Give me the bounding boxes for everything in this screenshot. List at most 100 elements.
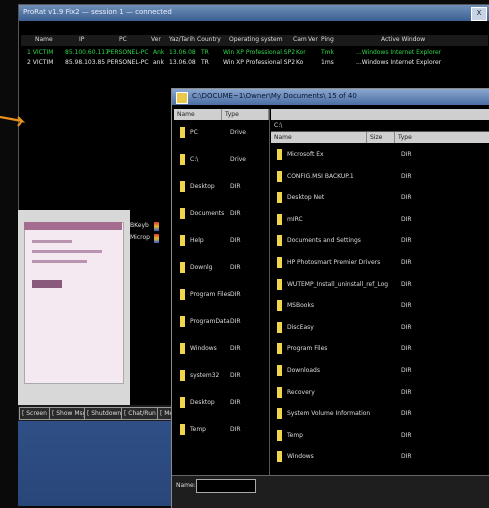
- session-row[interactable]: 1 VICTIM 85.100.60.117 PERSONEL-PC Ank 1…: [21, 49, 451, 58]
- desktop-background: [18, 421, 178, 506]
- remote-screen-thumbnail[interactable]: [18, 210, 130, 405]
- file-row[interactable]: Recovery DIR: [271, 386, 489, 399]
- folder-icon: [180, 127, 185, 138]
- file-row[interactable]: CONFIG.MSI BACKUP.1 DIR: [271, 170, 489, 183]
- col-country[interactable]: Country: [197, 36, 221, 43]
- col-ip[interactable]: IP: [79, 36, 84, 43]
- file-row[interactable]: Windows DIR: [174, 343, 269, 355]
- keyboard-info: BKeyb: [130, 222, 149, 229]
- col-pc[interactable]: PC: [119, 36, 127, 43]
- session-date: 13.06.08: [169, 49, 196, 56]
- session-row[interactable]: 2 VICTIM 85.98.103.85 PERSONEL-PC ank 13…: [21, 59, 451, 68]
- file-type: DIR: [230, 291, 241, 298]
- file-row[interactable]: Program Files DIR: [271, 343, 489, 355]
- file-row[interactable]: PC Drive: [174, 127, 269, 139]
- col-ver[interactable]: Ver: [151, 36, 161, 43]
- folder-icon: [277, 321, 282, 333]
- col-os[interactable]: Operating system: [229, 36, 283, 43]
- file-name: HP Photosmart Premier Drivers: [287, 259, 381, 266]
- file-type: DIR: [230, 210, 241, 217]
- right-header-size[interactable]: Size: [367, 132, 395, 143]
- col-cam[interactable]: Cam: [293, 36, 307, 43]
- col-date[interactable]: Yaz/Tarih: [169, 36, 195, 43]
- file-manager-footer: Name:: [172, 475, 489, 508]
- folder-icon: [277, 278, 282, 290]
- folder-icon: [277, 192, 282, 204]
- session-ip: 85.100.60.117: [65, 49, 109, 56]
- file-type: DIR: [401, 388, 412, 396]
- file-type: DIR: [230, 426, 241, 433]
- session-ip: 85.98.103.85: [65, 59, 106, 66]
- file-type: DIR: [401, 172, 412, 180]
- file-name: C:\: [190, 156, 199, 163]
- command-tabbar: [ Screen ] [ Show Msg ] [ Shutdown ] [ C…: [18, 405, 183, 421]
- left-header-type[interactable]: Type: [222, 109, 269, 120]
- pointer-arrow-icon: [0, 115, 26, 127]
- file-row[interactable]: Desktop DIR: [174, 397, 269, 409]
- col-ping[interactable]: Ping: [321, 36, 334, 43]
- thumbnail-content-line: [32, 250, 102, 253]
- file-name: Downloads: [287, 367, 320, 374]
- file-row[interactable]: Desktop Net DIR: [271, 192, 489, 204]
- file-type: Drive: [230, 129, 246, 136]
- path-field[interactable]: C:\: [271, 120, 489, 132]
- session-name: 1 VICTIM: [27, 49, 54, 56]
- file-row[interactable]: MSBooks DIR: [271, 300, 489, 312]
- file-row[interactable]: mIRC DIR: [271, 213, 489, 226]
- folder-icon: [277, 343, 282, 355]
- name-input[interactable]: [196, 479, 256, 493]
- file-name: CONFIG.MSI BACKUP.1: [287, 172, 354, 180]
- file-row[interactable]: C:\ Drive: [174, 154, 269, 166]
- folder-icon: [180, 343, 185, 354]
- file-type: DIR: [401, 151, 412, 158]
- file-row[interactable]: DiscEasy DIR: [271, 321, 489, 334]
- flag-icon: [154, 234, 159, 243]
- file-type: DIR: [230, 183, 241, 190]
- file-manager-title: C:\DOCUME~1\Owner\My Documents\ 15 of 40: [192, 92, 357, 100]
- folder-icon: [277, 170, 282, 182]
- file-row[interactable]: ProgramData DIR: [174, 316, 269, 328]
- file-row[interactable]: Downlg DIR: [174, 262, 269, 274]
- file-row[interactable]: Microsoft Ex DIR: [271, 149, 489, 161]
- back-window-title: ProRat v1.9 Fix2 — session 1 — connected: [23, 8, 172, 16]
- file-row[interactable]: Documents and Settings DIR: [271, 235, 489, 247]
- file-row[interactable]: Documents DIR: [174, 208, 269, 220]
- col-ver2[interactable]: Ver: [308, 36, 318, 43]
- session-active-window: ...Windows Internet Explorer: [356, 59, 442, 66]
- file-name: Help: [190, 237, 204, 244]
- left-header-name[interactable]: Name: [174, 109, 222, 120]
- file-row[interactable]: Desktop DIR: [174, 181, 269, 193]
- file-row[interactable]: Windows DIR: [271, 451, 489, 463]
- folder-icon: [180, 397, 185, 408]
- file-type: DIR: [401, 237, 412, 245]
- file-name: Documents: [190, 210, 225, 217]
- file-row[interactable]: system32 DIR: [174, 370, 269, 382]
- file-row[interactable]: Help DIR: [174, 235, 269, 247]
- folder-icon: [176, 92, 188, 104]
- thumbnail-window: [24, 222, 124, 384]
- folder-icon: [180, 370, 185, 381]
- file-row[interactable]: Downloads DIR: [271, 365, 489, 377]
- file-row[interactable]: HP Photosmart Premier Drivers DIR: [271, 257, 489, 269]
- file-type: DIR: [230, 345, 241, 352]
- session-pc: PERSONEL-PC: [107, 59, 149, 66]
- file-name: PC: [190, 129, 198, 136]
- file-row[interactable]: WUTEMP_Install_uninstall_ref_Log DIR: [271, 278, 489, 291]
- session-ver: Ank: [153, 49, 165, 56]
- file-row[interactable]: Temp DIR: [174, 424, 269, 436]
- right-header-name[interactable]: Name: [271, 132, 367, 143]
- file-type: DIR: [401, 259, 412, 266]
- file-manager-titlebar[interactable]: C:\DOCUME~1\Owner\My Documents\ 15 of 40: [172, 89, 489, 105]
- file-row[interactable]: Program Files DIR: [174, 289, 269, 301]
- file-row[interactable]: Temp DIR: [271, 429, 489, 442]
- back-window-titlebar[interactable]: ProRat v1.9 Fix2 — session 1 — connected…: [19, 5, 489, 21]
- col-name[interactable]: Name: [35, 36, 53, 43]
- file-name: Desktop: [190, 399, 215, 406]
- file-row[interactable]: System Volume Information DIR: [271, 408, 489, 420]
- back-window-close-button[interactable]: X: [471, 7, 487, 21]
- file-name: System Volume Information: [287, 410, 371, 418]
- right-header-type[interactable]: Type: [395, 132, 489, 143]
- session-name: 2 VICTIM: [27, 59, 54, 66]
- col-active-window[interactable]: Active Window: [381, 36, 425, 43]
- file-type: DIR: [401, 302, 412, 310]
